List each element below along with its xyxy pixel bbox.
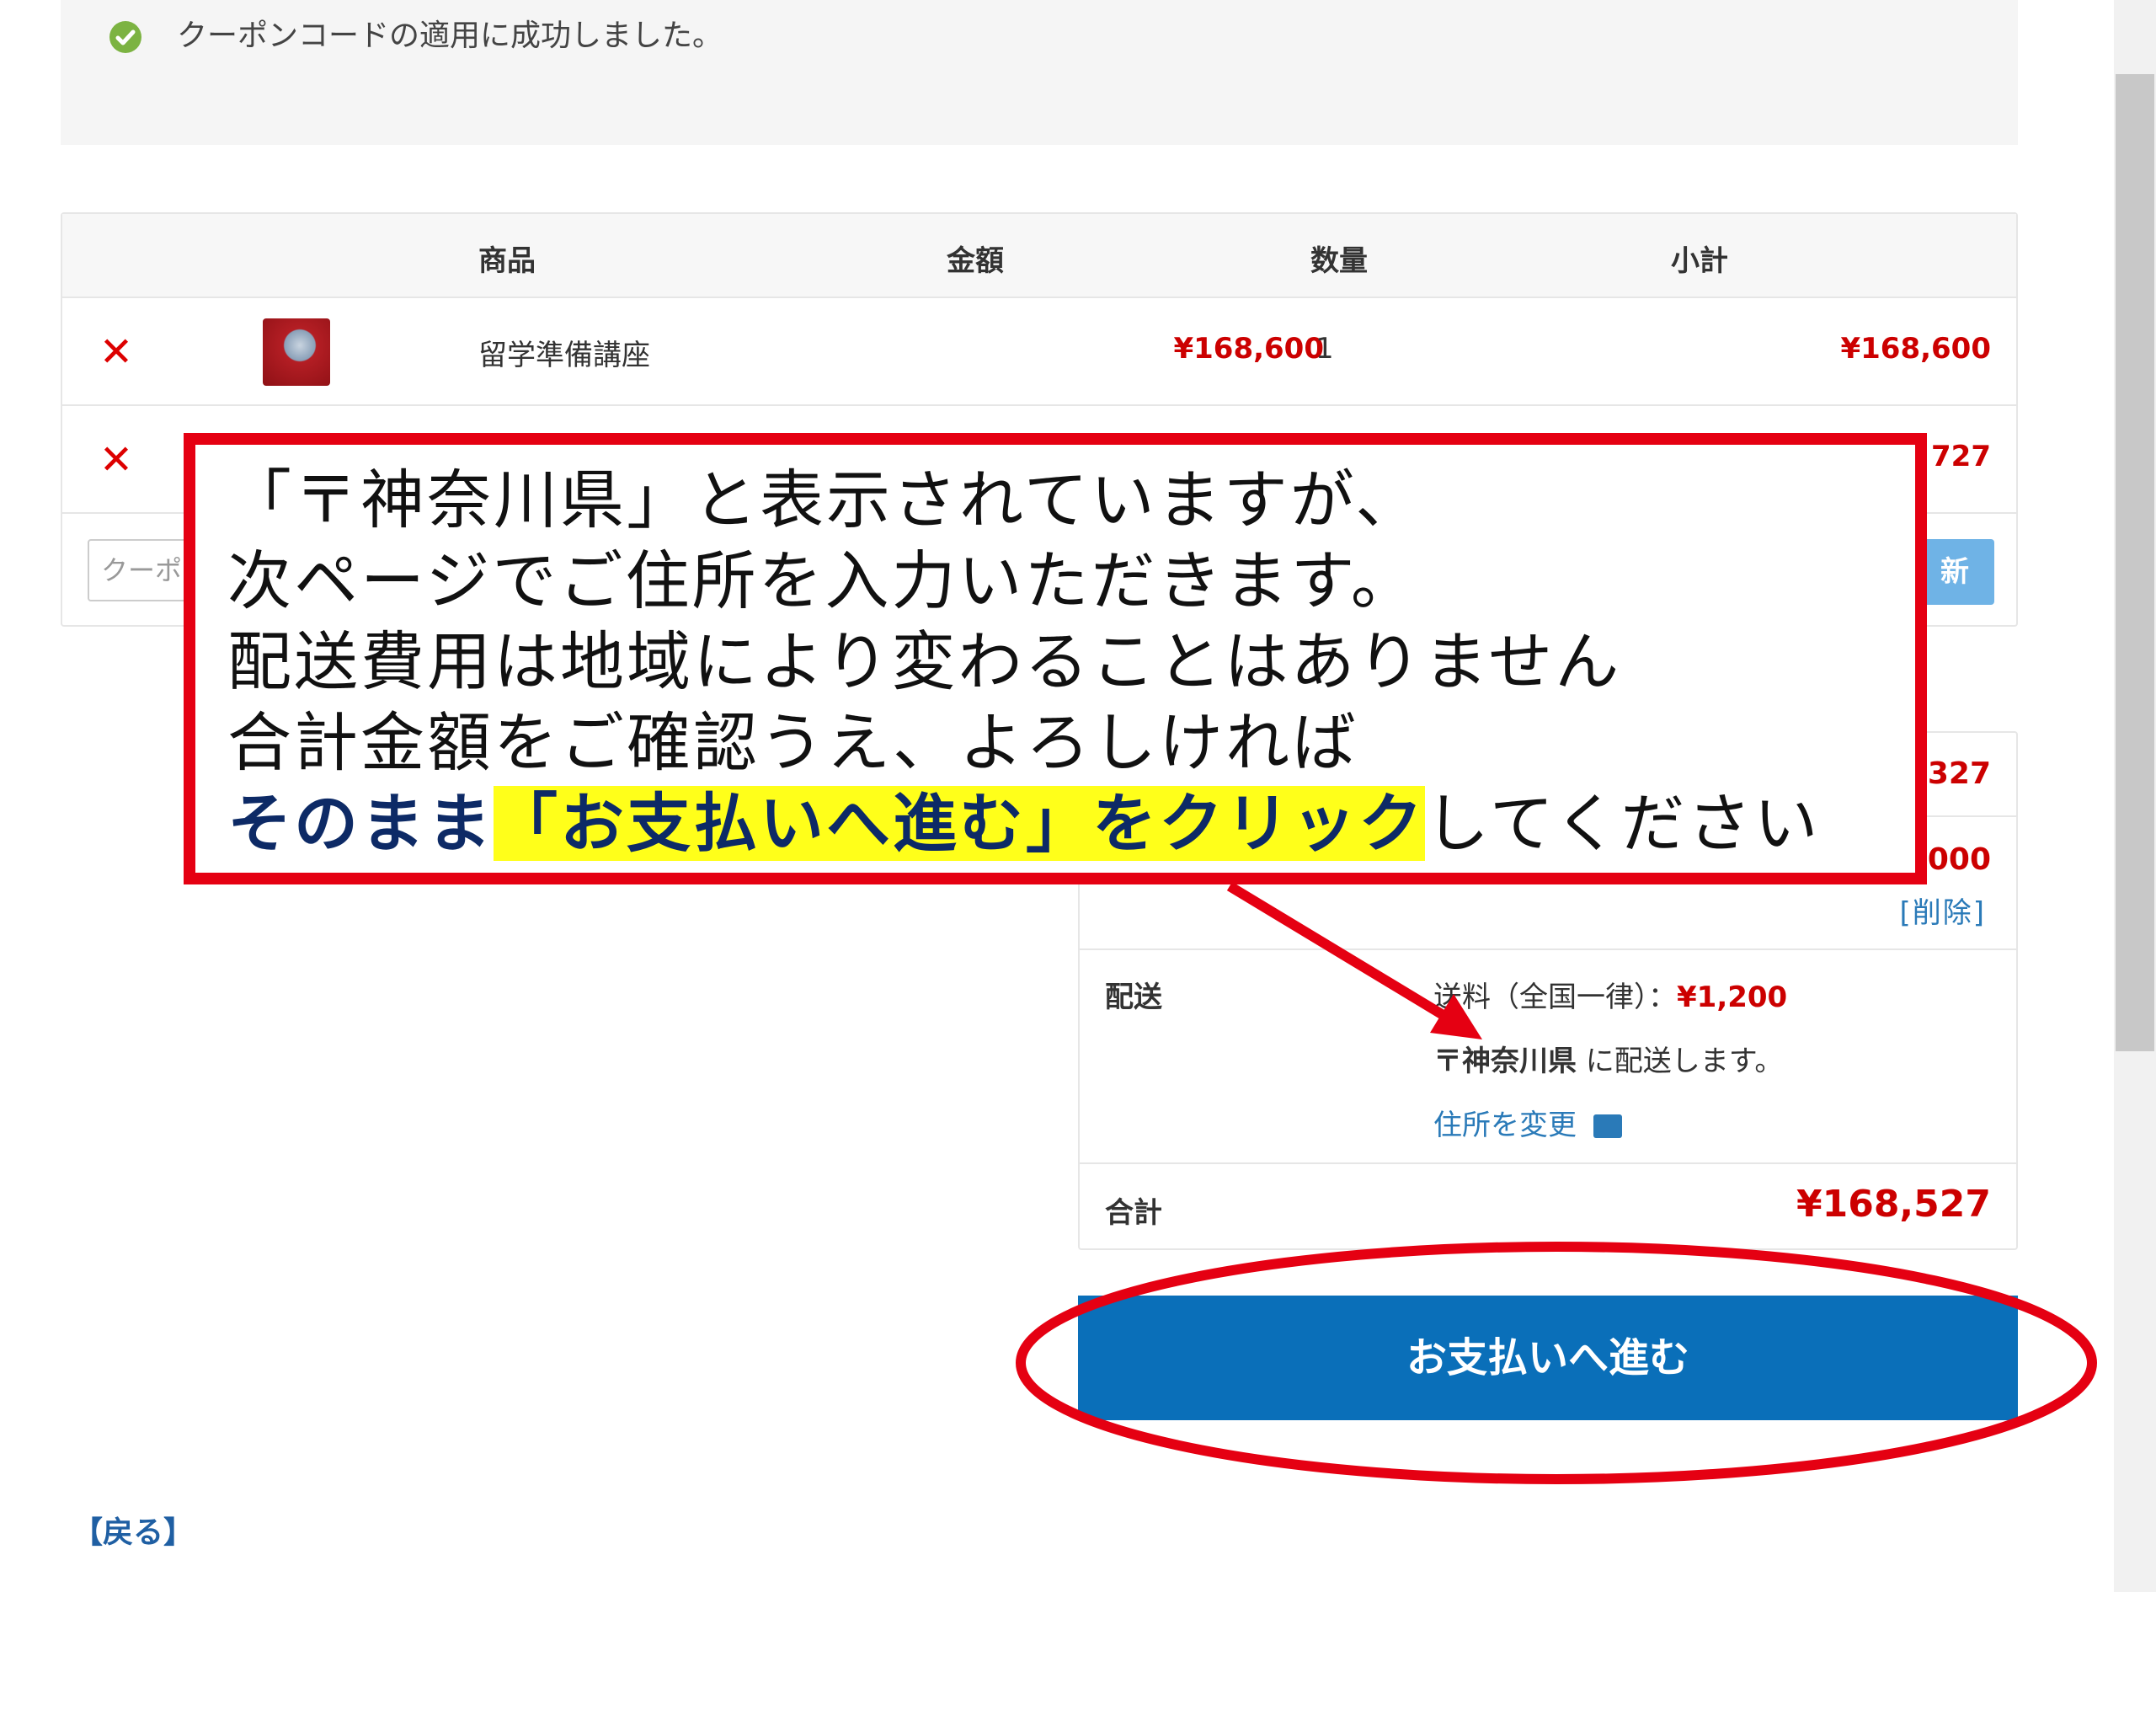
total-value: ¥168,527 <box>1796 1183 1991 1226</box>
callout-line-3: 配送費用は地域により変わることはありません <box>227 624 1622 699</box>
remove-item-icon[interactable]: ✕ <box>93 329 140 376</box>
back-link[interactable]: 【戻る】 <box>72 1508 194 1552</box>
shipping-destination: 〒神奈川県 に配送します。 <box>1433 1045 1784 1078</box>
instruction-callout: 「〒神奈川県」と表示されていますが、 次ページでご住所を入力いただきます。 配送… <box>184 433 1927 884</box>
remove-item-icon[interactable]: ✕ <box>93 436 140 484</box>
table-row: ✕ 留学準備講座 ¥168,600 1 ¥168,600 <box>62 298 2016 406</box>
callout-rest: してください <box>1425 786 1821 861</box>
product-qty[interactable]: 1 <box>1315 332 1334 366</box>
cart-header-row: 商品 金額 数量 小計 <box>62 214 2016 298</box>
header-product: 商品 <box>478 244 536 278</box>
scrollbar-thumb[interactable] <box>2116 74 2154 1051</box>
callout-bold-text: そのまま <box>227 786 494 861</box>
coupon-delete-link[interactable]: [削除] <box>1899 890 1986 931</box>
ship-prefecture: 〒神奈川県 <box>1433 1045 1577 1078</box>
callout-line-5: そのまま「お支払いへ進む」をクリックしてください <box>227 772 1820 864</box>
shipping-label: 配送 <box>1105 981 1162 1014</box>
callout-line-1: 「〒神奈川県」と表示されていますが、 <box>227 462 1422 537</box>
row-subtotal-partial: 727 <box>1931 440 1991 473</box>
callout-line-4: 合計金額をご確認うえ、よろしければ <box>227 705 1358 780</box>
check-circle-icon <box>109 21 141 53</box>
subtotal-partial: 327 <box>1927 756 1991 791</box>
notice-text: クーポンコードの適用に成功しました。 <box>177 19 723 53</box>
proceed-to-payment-button[interactable]: お支払いへ進む <box>1078 1296 2018 1420</box>
header-qty: 数量 <box>1310 244 1368 278</box>
change-address-link[interactable]: 住所を変更 <box>1433 1102 1622 1143</box>
product-price: ¥168,600 <box>1173 332 1324 366</box>
total-label: 合計 <box>1105 1196 1162 1230</box>
shipping-row: 配送 送料（全国一律）：¥1,200 〒神奈川県 に配送します。 住所を変更 <box>1080 950 2016 1164</box>
product-subtotal: ¥168,600 <box>1840 332 1991 366</box>
shipping-method: 送料（全国一律）：¥1,200 <box>1433 981 1788 1014</box>
callout-line-2: 次ページでご住所を入力いただきます。 <box>227 543 1417 618</box>
header-price: 金額 <box>947 244 1004 278</box>
shipping-fee: ¥1,200 <box>1677 981 1788 1014</box>
coupon-partial: 000 <box>1927 842 1991 877</box>
product-thumbnail[interactable] <box>263 318 330 386</box>
coupon-success-notice: クーポンコードの適用に成功しました。 <box>61 0 2018 145</box>
callout-highlight: 「お支払いへ進む」をクリック <box>494 786 1425 861</box>
header-subtotal: 小計 <box>1671 244 1728 278</box>
product-name[interactable]: 留学準備講座 <box>478 332 650 373</box>
total-row: 合計 ¥168,527 <box>1080 1164 2016 1252</box>
truck-icon <box>1593 1114 1622 1138</box>
